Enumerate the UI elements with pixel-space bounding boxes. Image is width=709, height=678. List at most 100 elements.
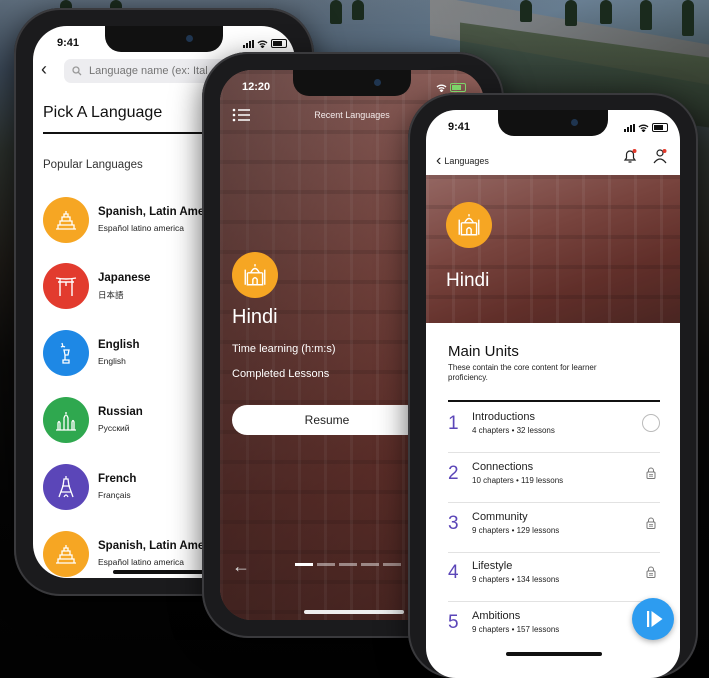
status-icons [436, 83, 466, 92]
background-tree [600, 0, 612, 24]
unit-title: Community [472, 511, 528, 523]
language-badge [43, 464, 89, 510]
phone-notch [498, 110, 608, 136]
unit-row[interactable]: 1 Introductions 4 chapters • 32 lessons [448, 403, 660, 453]
lock-icon [646, 566, 656, 578]
status-icons [624, 123, 668, 132]
lock-icon [646, 517, 656, 529]
torii-gate-icon [55, 277, 77, 296]
unit-stats: 4 chapters • 32 lessons [472, 426, 555, 435]
language-badge [43, 263, 89, 309]
status-time: 12:20 [242, 81, 271, 93]
language-badge [232, 252, 278, 298]
language-units-screen: 9:41 ‹ Languages Hindi Main Units These … [426, 110, 680, 678]
language-title: Hindi [232, 306, 278, 328]
language-native-name: English [98, 356, 126, 366]
language-title: Hindi [446, 270, 490, 291]
section-heading: Popular Languages [43, 159, 143, 171]
back-to-languages[interactable]: ‹ Languages [436, 152, 489, 170]
unit-number: 5 [448, 612, 459, 633]
profile-icon[interactable] [652, 148, 668, 164]
status-time: 9:41 [448, 121, 471, 133]
unit-row[interactable]: 4 Lifestyle 9 chapters • 134 lessons [448, 552, 660, 602]
play-fab-button[interactable] [632, 598, 674, 640]
language-name: Russian [98, 406, 143, 418]
unit-row[interactable]: 3 Community 9 chapters • 129 lessons [448, 503, 660, 553]
resume-button[interactable]: Resume [232, 405, 422, 435]
time-learning-label: Time learning (h:m:s) [232, 343, 336, 355]
battery-icon [652, 123, 668, 132]
unit-row[interactable]: 2 Connections 10 chapters • 119 lessons [448, 453, 660, 503]
completed-lessons-label: Completed Lessons [232, 368, 330, 380]
taj-mahal-icon [458, 214, 480, 236]
background-tree [565, 0, 577, 26]
signal-icon [243, 39, 254, 48]
unit-stats: 9 chapters • 129 lessons [472, 526, 560, 535]
unit-stats: 9 chapters • 134 lessons [472, 575, 560, 584]
battery-icon [450, 83, 466, 92]
section-divider [448, 400, 660, 402]
statue-of-liberty-icon [60, 342, 70, 364]
unit-stats: 9 chapters • 157 lessons [472, 625, 560, 634]
language-name: Spanish, Latin Ame [98, 206, 205, 218]
unit-title: Connections [472, 461, 534, 473]
background-tree [330, 0, 342, 24]
language-badge [43, 197, 89, 243]
eiffel-tower-icon [58, 476, 74, 498]
language-native-name: Español latino america [98, 223, 184, 233]
phone-notch [105, 26, 223, 52]
language-native-name: Русский [98, 423, 130, 433]
unit-title: Ambitions [472, 610, 521, 622]
unit-title: Introductions [472, 411, 535, 423]
unit-number: 3 [448, 513, 459, 534]
unit-number: 4 [448, 562, 459, 583]
section-description: These contain the core content for learn… [448, 363, 597, 382]
language-native-name: 日本語 [98, 290, 124, 300]
hero-banner: Hindi [426, 175, 680, 323]
page-title: Pick A Language [43, 104, 163, 121]
page-dot[interactable] [361, 563, 379, 566]
page-indicator [295, 563, 401, 566]
status-icons [243, 39, 287, 48]
unit-row[interactable]: 5 Ambitions 9 chapters • 157 lessons [448, 602, 660, 651]
language-badge [43, 531, 89, 577]
home-indicator [506, 652, 602, 656]
language-name: French [98, 473, 137, 485]
back-chevron-icon[interactable]: ‹ [41, 59, 47, 80]
background-tree [640, 0, 652, 30]
unit-number: 2 [448, 463, 459, 484]
back-chevron-icon: ‹ [436, 152, 442, 169]
arrow-left-icon[interactable]: ← [232, 556, 250, 577]
background-tree [352, 0, 364, 20]
wifi-icon [638, 124, 649, 132]
unit-number: 1 [448, 413, 459, 434]
phone-language-units: 9:41 ‹ Languages Hindi Main Units These … [408, 93, 698, 678]
pyramid-icon [56, 211, 76, 230]
page-dot[interactable] [295, 563, 313, 566]
wifi-icon [436, 84, 447, 92]
back-label: Languages [444, 156, 489, 166]
page-dot[interactable] [339, 563, 357, 566]
phone-notch [293, 70, 411, 96]
home-indicator [304, 610, 404, 614]
language-native-name: Français [98, 490, 131, 500]
unit-stats: 10 chapters • 119 lessons [472, 476, 564, 485]
background-tree [682, 0, 694, 36]
language-badge [43, 330, 89, 376]
language-badge [43, 397, 89, 443]
lock-icon [646, 467, 656, 479]
language-name: Spanish, Latin Ame [98, 540, 205, 552]
page-dot[interactable] [383, 563, 401, 566]
status-time: 9:41 [57, 37, 80, 49]
taj-mahal-icon [244, 264, 266, 286]
bell-notification-icon[interactable] [622, 148, 638, 164]
progress-ring-icon [642, 414, 660, 432]
pyramid-icon [56, 545, 76, 564]
section-title: Main Units [448, 343, 519, 360]
language-native-name: Español latino america [98, 557, 184, 567]
language-name: Japanese [98, 272, 151, 284]
page-dot[interactable] [317, 563, 335, 566]
unit-title: Lifestyle [472, 560, 513, 572]
search-icon [72, 66, 82, 76]
kremlin-icon [56, 412, 76, 431]
